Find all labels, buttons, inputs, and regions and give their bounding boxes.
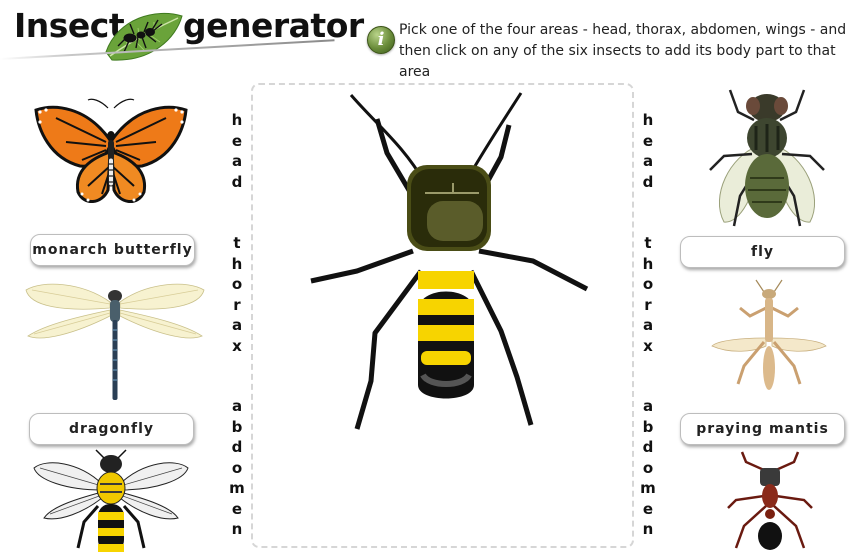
letter: h <box>642 111 654 129</box>
ant-on-leaf-icon <box>100 8 186 64</box>
letter: x <box>232 336 242 355</box>
ant-image[interactable] <box>724 450 816 552</box>
area-head-left[interactable]: h e a d <box>228 110 246 192</box>
letter: d <box>231 438 243 456</box>
letter: o <box>642 458 654 477</box>
letter: n <box>231 520 243 538</box>
fly-button[interactable]: fly <box>680 236 845 268</box>
letter: e <box>231 131 243 150</box>
letter: x <box>643 336 653 355</box>
area-thorax-right[interactable]: t h o r a x <box>639 233 657 356</box>
area-head-right[interactable]: h e a d <box>639 110 657 192</box>
letter: d <box>231 172 243 191</box>
letter: o <box>231 275 243 293</box>
title-generator: generator <box>183 6 364 45</box>
letter: a <box>642 397 654 415</box>
letter: e <box>642 499 654 518</box>
area-abdomen-left[interactable]: a b d o m e n <box>228 396 246 540</box>
letter: n <box>642 520 654 538</box>
letter: h <box>231 111 243 129</box>
letter: a <box>231 397 243 415</box>
letter: a <box>642 152 654 170</box>
letter: h <box>642 254 654 273</box>
letter: a <box>231 152 243 170</box>
letter: h <box>231 254 243 273</box>
dragonfly-image[interactable] <box>22 276 208 402</box>
info-icon[interactable]: i <box>367 26 395 54</box>
letter: a <box>231 316 243 334</box>
letter: e <box>642 131 654 150</box>
letter: o <box>231 458 243 477</box>
area-abdomen-right[interactable]: a b d o m e n <box>639 396 657 540</box>
letter: r <box>644 295 652 314</box>
letter: t <box>233 234 241 252</box>
area-thorax-left[interactable]: t h o r a x <box>228 233 246 356</box>
letter: r <box>233 295 241 314</box>
letter: t <box>644 234 652 252</box>
insect-canvas[interactable] <box>251 83 634 548</box>
letter: b <box>231 417 243 436</box>
monarch-butterfly-image[interactable] <box>26 96 196 214</box>
monarch-butterfly-button[interactable]: monarch butterfly <box>30 234 195 266</box>
praying-mantis-button[interactable]: praying mantis <box>680 413 845 445</box>
praying-mantis-image[interactable] <box>710 279 830 392</box>
letter: d <box>642 438 654 456</box>
letter: m <box>640 479 656 497</box>
wasp-image[interactable] <box>30 449 192 552</box>
letter: o <box>642 275 654 293</box>
letter: e <box>231 499 243 518</box>
letter: b <box>642 417 654 436</box>
fly-image[interactable] <box>700 86 834 228</box>
letter: m <box>229 479 245 497</box>
dragonfly-button[interactable]: dragonfly <box>29 413 194 445</box>
letter: a <box>642 316 654 334</box>
instructions-text: Pick one of the four areas - head, thora… <box>399 22 847 80</box>
letter: d <box>642 172 654 191</box>
